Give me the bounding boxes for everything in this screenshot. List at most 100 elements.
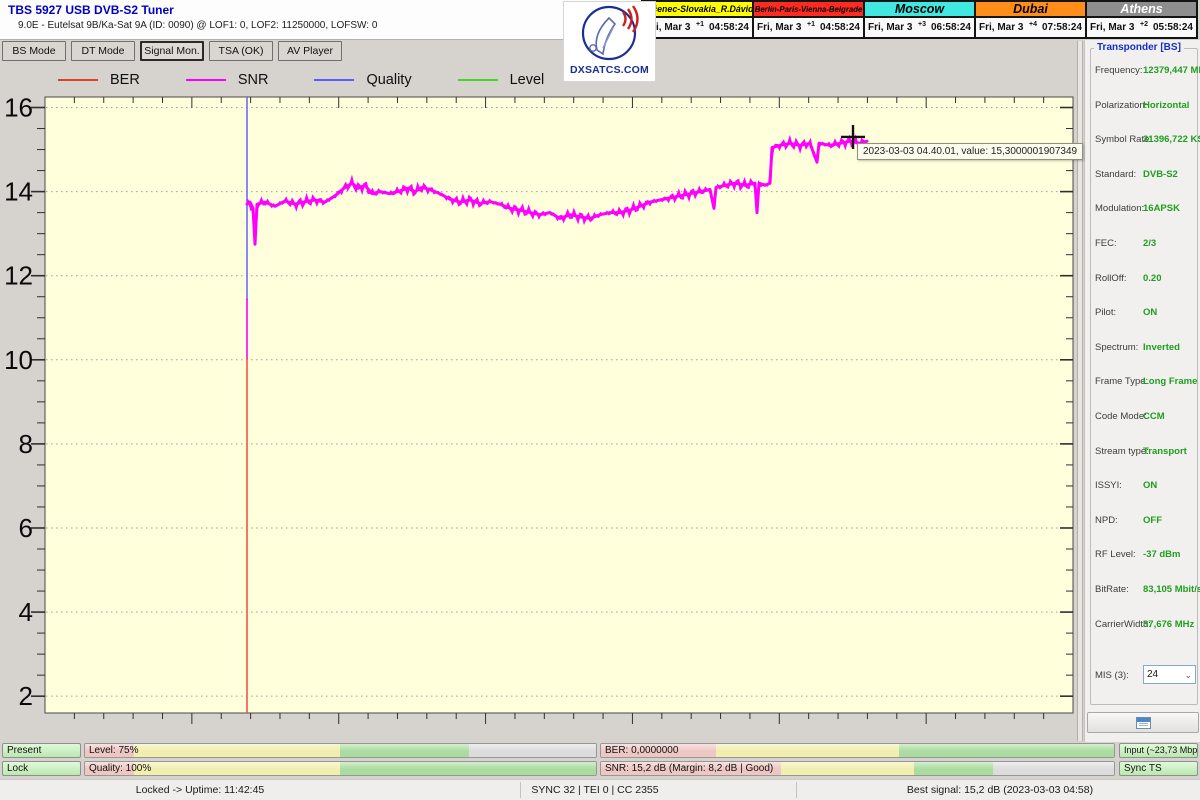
timezone-offset: +1: [696, 21, 704, 28]
field-row: Stream type:Transport: [1095, 446, 1197, 481]
bar-zone: [993, 762, 1114, 775]
field-value: CCM: [1143, 411, 1165, 422]
chart-legend: BER SNR Quality Level: [58, 70, 590, 90]
bar-zone: [899, 744, 1114, 757]
field-value: 0.20: [1143, 273, 1162, 284]
field-value: 16APSK: [1143, 203, 1180, 214]
transponder-fields: Frequency:12379,447 MHzPolarization:Hori…: [1095, 65, 1197, 653]
status-bar: Locked -> Uptime: 11:42:45 SYNC 32 | TEI…: [0, 779, 1200, 800]
field-label: NPD:: [1095, 515, 1118, 526]
bar-zone: [340, 762, 596, 775]
satellite-dish-icon: [579, 4, 641, 64]
quality-bar-label: Quality: 100%: [89, 762, 151, 776]
lock-label: Lock: [7, 763, 28, 774]
signal-chart[interactable]: 246810121416: [0, 91, 1078, 741]
present-indicator: Present: [2, 743, 81, 758]
field-row: Polarization:Horizontal: [1095, 100, 1197, 135]
clock-date: Fri, Mar 3: [1090, 22, 1134, 33]
field-row: Pilot:ON: [1095, 307, 1197, 342]
ber-bar-label: BER: 0,0000000: [605, 744, 678, 758]
legend-line-snr: [186, 79, 226, 81]
bar-zone: [134, 744, 340, 757]
field-value: -37 dBm: [1143, 549, 1180, 560]
clock-value: 06:58:24: [931, 22, 971, 33]
logo-text: DXSATCS.COM: [570, 64, 649, 76]
legend-item-snr: SNR: [186, 72, 269, 88]
clock-berlin-paris-vienn: Berlin-Paris-Vienna-BelgradeFri, Mar 3+1…: [752, 2, 863, 37]
field-value: Horizontal: [1143, 100, 1189, 111]
chevron-down-icon: ⌄: [1184, 671, 1192, 679]
field-value: Long Frame: [1143, 376, 1197, 387]
clock-value: 05:58:24: [1153, 22, 1193, 33]
legend-item-ber: BER: [58, 72, 140, 88]
bar-zone: [469, 744, 596, 757]
plot-area: [45, 97, 1073, 713]
clock-strip: Lučenec-Slovakia_R.DávidFri, Mar 3+104:5…: [641, 0, 1198, 39]
legend-line-quality: [314, 79, 354, 81]
transponder-groupbox: Transponder [BS] Frequency:12379,447 MHz…: [1090, 48, 1198, 705]
clock-moscow: MoscowFri, Mar 3+306:58:24: [863, 2, 974, 37]
statusbar-divider: [796, 782, 797, 798]
field-label: Frame Type:: [1095, 376, 1148, 387]
field-row: Spectrum: Inverted: [1095, 342, 1197, 377]
field-row: CarrierWidth:37,676 MHz: [1095, 619, 1197, 654]
clock-value: 04:58:24: [709, 22, 749, 33]
clock-value: 04:58:24: [820, 22, 860, 33]
tab-av-player[interactable]: AV Player: [278, 41, 342, 61]
clock-date: Fri, Mar 3: [757, 22, 801, 33]
tab-bs-mode[interactable]: BS Mode: [2, 41, 66, 61]
sync-ts-indicator: Sync TS: [1119, 761, 1198, 776]
timezone-offset: +2: [1140, 21, 1148, 28]
mis-dropdown[interactable]: 24 ⌄: [1143, 665, 1196, 684]
legend-line-ber: [58, 79, 98, 81]
clock-time: Fri, Mar 3 +2 05:58:24: [1087, 18, 1196, 37]
panel-toggle-button[interactable]: [1087, 712, 1199, 733]
level-bar: Level: 75%: [84, 743, 597, 758]
input-rate-label: Input (~23,73 Mbps): [1124, 745, 1198, 755]
bar-zone: [914, 762, 994, 775]
field-row: Symbol Rate:31396,722 KS/s: [1095, 134, 1197, 169]
field-label: Polarization:: [1095, 100, 1147, 111]
level-bar-label: Level: 75%: [89, 744, 138, 758]
clock-city-label: Lučenec-Slovakia_R.Dávid: [643, 2, 752, 18]
lock-indicator: Lock: [2, 761, 81, 776]
field-value: Inverted: [1143, 342, 1180, 353]
tab-signal-mon[interactable]: Signal Mon.: [140, 41, 204, 61]
field-row: Standard:DVB-S2: [1095, 169, 1197, 204]
field-row: Frame Type:Long Frame: [1095, 376, 1197, 411]
y-axis-label: 6: [19, 513, 33, 543]
clock-city-label: Moscow: [865, 2, 974, 18]
application-window: TBS 5927 USB DVB-S2 Tuner 9.0E - Eutelsa…: [0, 0, 1200, 800]
legend-label: Quality: [366, 72, 411, 88]
tab-bar: BS ModeDT ModeSignal Mon.TSA (OK)AV Play…: [2, 41, 342, 61]
tab-dt-mode[interactable]: DT Mode: [71, 41, 135, 61]
bar-zone: [340, 744, 469, 757]
field-row: ISSYI:ON: [1095, 480, 1197, 515]
timezone-offset: +4: [1029, 21, 1037, 28]
y-axis-label: 2: [19, 681, 33, 711]
legend-label: SNR: [238, 72, 269, 88]
clock-date: Fri, Mar 3: [868, 22, 912, 33]
clock-time: Fri, Mar 3+306:58:24: [865, 18, 974, 37]
legend-line-level: [458, 79, 498, 81]
uptime-status: Locked -> Uptime: 11:42:45: [136, 784, 265, 796]
present-label: Present: [7, 745, 41, 756]
field-label: Modulation:: [1095, 203, 1144, 214]
snr-bar: SNR: 15,2 dB (Margin: 8,2 dB | Good): [600, 761, 1115, 776]
legend-item-level: Level: [458, 72, 545, 88]
clock-time: Fri, Mar 3+104:58:24: [754, 18, 863, 37]
mis-row: MIS (3): 24 ⌄: [1095, 665, 1195, 685]
tuner-subtitle: 9.0E - Eutelsat 9B/Ka-Sat 9A (ID: 0090) …: [18, 20, 377, 31]
statusbar-divider: [520, 782, 521, 798]
clock-city-label: Berlin-Paris-Vienna-Belgrade: [754, 2, 863, 18]
field-row: RF Level:-37 dBm: [1095, 549, 1197, 584]
field-value: 2/3: [1143, 238, 1156, 249]
dxsatcs-logo: DXSATCS.COM: [563, 1, 656, 82]
field-label: Code Mode:: [1095, 411, 1147, 422]
field-value: 37,676 MHz: [1143, 619, 1194, 630]
field-value: ON: [1143, 480, 1157, 491]
tab-tsa-ok[interactable]: TSA (OK): [209, 41, 273, 61]
field-label: Spectrum:: [1095, 342, 1138, 353]
mis-label: MIS (3):: [1095, 670, 1129, 681]
field-row: BitRate:83,105 Mbit/s: [1095, 584, 1197, 619]
